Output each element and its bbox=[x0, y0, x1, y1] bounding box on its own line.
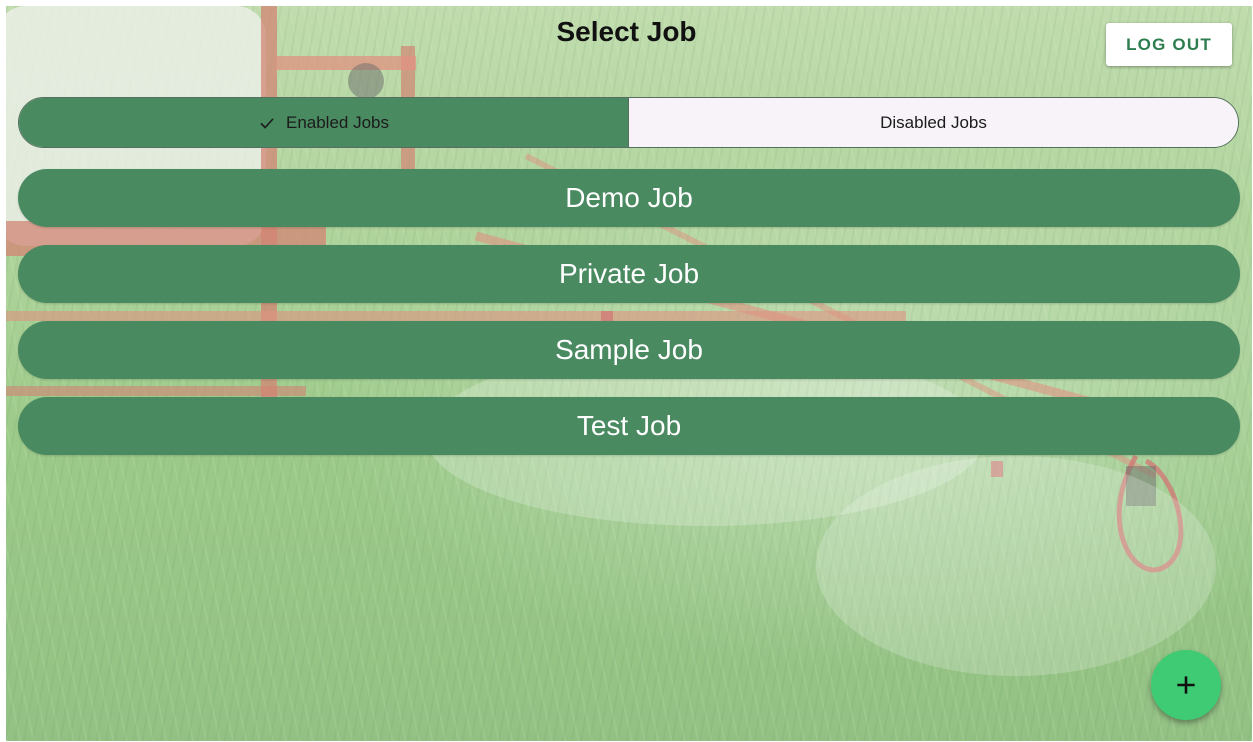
job-item-test[interactable]: Test Job bbox=[18, 397, 1240, 455]
tab-enabled-jobs-label: Enabled Jobs bbox=[285, 112, 390, 132]
page-title: Select Job bbox=[556, 16, 697, 47]
tab-disabled-jobs-label: Disabled Jobs bbox=[880, 112, 987, 132]
job-filter-toggle: Enabled Jobs Disabled Jobs bbox=[18, 97, 1239, 148]
add-job-button[interactable] bbox=[1151, 650, 1221, 720]
job-item-private[interactable]: Private Job bbox=[18, 245, 1240, 303]
job-list: Demo Job Private Job Sample Job Test Job bbox=[18, 169, 1240, 473]
plus-icon bbox=[1177, 676, 1195, 694]
check-icon bbox=[260, 117, 274, 129]
job-item-sample[interactable]: Sample Job bbox=[18, 321, 1240, 379]
tab-disabled-jobs[interactable]: Disabled Jobs bbox=[629, 98, 1238, 147]
tab-enabled-jobs[interactable]: Enabled Jobs bbox=[19, 98, 629, 147]
logout-button[interactable]: LOG OUT bbox=[1106, 23, 1232, 66]
job-item-demo[interactable]: Demo Job bbox=[18, 169, 1240, 227]
